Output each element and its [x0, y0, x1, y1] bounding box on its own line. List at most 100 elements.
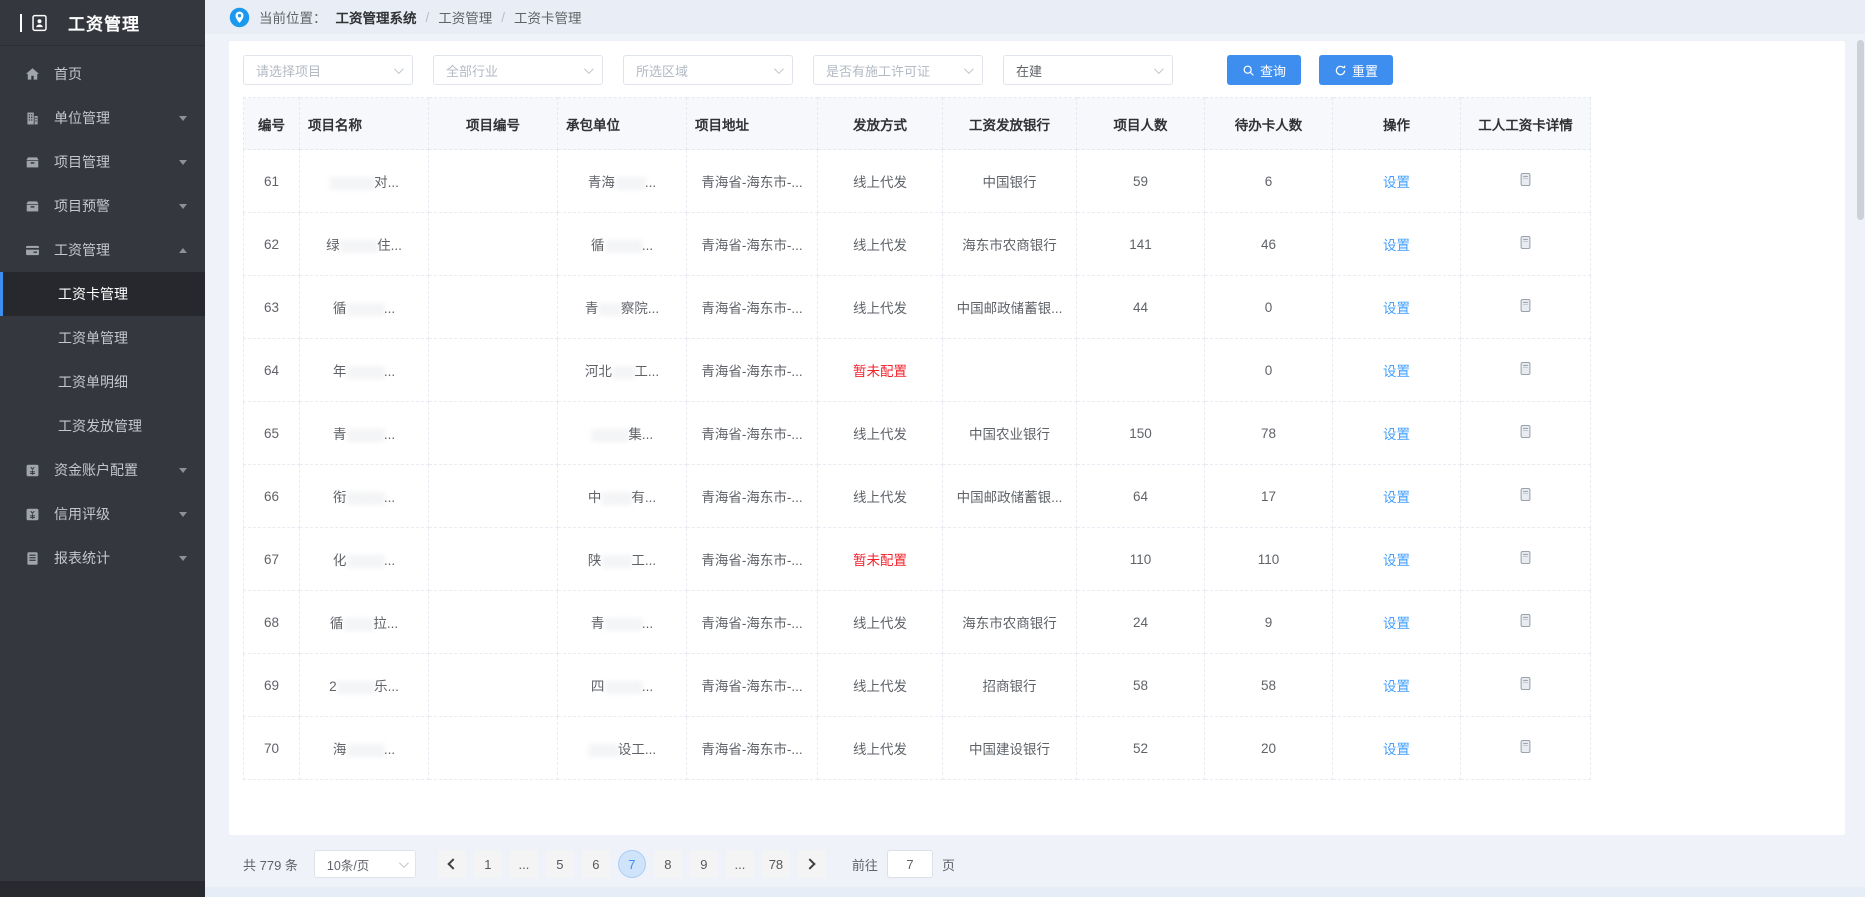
sidebar-collapse-bar[interactable]: [0, 881, 205, 897]
cell-pending-cards: 110: [1205, 528, 1333, 591]
query-button[interactable]: 查询: [1227, 55, 1301, 85]
breadcrumb-root: 工资管理系统: [336, 7, 417, 27]
settings-link[interactable]: 设置: [1383, 175, 1410, 190]
page-ellipsis[interactable]: ...: [726, 850, 754, 878]
wage-card-detail-icon[interactable]: [1519, 550, 1532, 565]
pay-mode: 线上代发: [853, 490, 907, 505]
cell-address: 青海省-海东市-...: [687, 465, 818, 528]
cell-pay-mode: 线上代发: [818, 150, 943, 213]
sidebar-item-unit-management[interactable]: 单位管理: [0, 96, 205, 140]
cell-project-code: [429, 276, 558, 339]
cell-pending-cards: 6: [1205, 150, 1333, 213]
sidebar-item-project-management[interactable]: 项目管理: [0, 140, 205, 184]
chevron-down-icon: [179, 204, 187, 209]
table-row: 65青░░░░░...░░░░░集...青海省-海东市-...线上代发中国农业银…: [244, 402, 1591, 465]
sidebar-item-project-warning[interactable]: 项目预警: [0, 184, 205, 228]
redacted-text: ░░░░░░: [329, 176, 374, 190]
column-header-5: 发放方式: [818, 98, 943, 150]
page-button-5[interactable]: 5: [546, 850, 574, 878]
cell-pending-cards: 0: [1205, 276, 1333, 339]
wage-card-detail-icon[interactable]: [1519, 235, 1532, 250]
cell-contractor: ░░░░设工...: [558, 717, 687, 780]
cell-operation: 设置: [1333, 528, 1461, 591]
cell-pending-cards: 46: [1205, 213, 1333, 276]
scrollbar-thumb[interactable]: [1857, 40, 1864, 220]
cell-id: 68: [244, 591, 300, 654]
cell-project-code: [429, 402, 558, 465]
column-header-3: 承包单位: [558, 98, 687, 150]
location-pin-icon: [229, 7, 250, 28]
reset-button[interactable]: 重置: [1319, 55, 1393, 85]
credit-rating-icon: [24, 506, 43, 523]
wage-card-detail-icon[interactable]: [1519, 298, 1532, 313]
settings-link[interactable]: 设置: [1383, 742, 1410, 757]
cell-project-name: 循░░░░拉...: [300, 591, 429, 654]
cell-contractor: 青海░░░░...: [558, 150, 687, 213]
cell-wage-card-detail: [1461, 717, 1591, 780]
settings-link[interactable]: 设置: [1383, 490, 1410, 505]
cell-address: 青海省-海东市-...: [687, 339, 818, 402]
pay-mode: 线上代发: [853, 616, 907, 631]
page-button-78[interactable]: 78: [762, 850, 790, 878]
scrollbar[interactable]: [1857, 40, 1864, 280]
chevron-up-icon: [179, 248, 187, 253]
page-button-8[interactable]: 8: [654, 850, 682, 878]
sidebar-subitem-salary-card-management[interactable]: 工资卡管理: [0, 272, 205, 316]
cell-project-name: ░░░░░░对...: [300, 150, 429, 213]
sidebar-menu: 首页单位管理项目管理项目预警工资管理工资卡管理工资单管理工资单明细工资发放管理资…: [0, 46, 205, 580]
wage-card-detail-icon[interactable]: [1519, 676, 1532, 691]
permit-select[interactable]: 是否有施工许可证: [813, 55, 983, 85]
table-row: 68循░░░░拉...青░░░░░...青海省-海东市-...线上代发海东市农商…: [244, 591, 1591, 654]
wage-card-detail-icon[interactable]: [1519, 361, 1532, 376]
prev-page-button[interactable]: [438, 850, 466, 878]
sidebar-subitem-payslip-detail[interactable]: 工资单明细: [0, 360, 205, 404]
page-button-7[interactable]: 7: [618, 850, 646, 878]
sidebar-item-salary-management[interactable]: 工资管理: [0, 228, 205, 272]
page-button-6[interactable]: 6: [582, 850, 610, 878]
next-page-button[interactable]: [798, 850, 826, 878]
sidebar-subitem-payslip-management[interactable]: 工资单管理: [0, 316, 205, 360]
cell-pay-mode: 线上代发: [818, 213, 943, 276]
settings-link[interactable]: 设置: [1383, 427, 1410, 442]
sidebar-item-home[interactable]: 首页: [0, 52, 205, 96]
page-button-1[interactable]: 1: [474, 850, 502, 878]
settings-link[interactable]: 设置: [1383, 679, 1410, 694]
cell-project-name: 化░░░░░...: [300, 528, 429, 591]
sidebar-item-credit-rating[interactable]: 信用评级: [0, 492, 205, 536]
page-ellipsis[interactable]: ...: [510, 850, 538, 878]
project-box-icon: [24, 154, 43, 171]
column-header-7: 项目人数: [1077, 98, 1205, 150]
redacted-text: ░░░░░: [604, 617, 642, 631]
cell-operation: 设置: [1333, 213, 1461, 276]
cell-contractor: 河北░░░工...: [558, 339, 687, 402]
project-select[interactable]: 请选择项目: [243, 55, 413, 85]
industry-select[interactable]: 全部行业: [433, 55, 603, 85]
wage-card-detail-icon[interactable]: [1519, 487, 1532, 502]
jump-page-input[interactable]: [887, 850, 933, 878]
cell-bank: 中国农业银行: [943, 402, 1077, 465]
page-button-9[interactable]: 9: [690, 850, 718, 878]
refresh-icon: [1334, 64, 1347, 77]
salary-card-icon: [24, 242, 43, 259]
cell-contractor: 陕░░░░工...: [558, 528, 687, 591]
sidebar-item-report-statistics[interactable]: 报表统计: [0, 536, 205, 580]
region-select[interactable]: 所选区域: [623, 55, 793, 85]
sidebar-item-fund-account-config[interactable]: 资金账户配置: [0, 448, 205, 492]
settings-link[interactable]: 设置: [1383, 301, 1410, 316]
chevron-down-icon: [179, 512, 187, 517]
sidebar-subitem-salary-issue-management[interactable]: 工资发放管理: [0, 404, 205, 448]
page-size-select[interactable]: 10条/页: [314, 850, 416, 878]
settings-link[interactable]: 设置: [1383, 553, 1410, 568]
table-row: 63循░░░░░...青░░░察院...青海省-海东市-...线上代发中国邮政储…: [244, 276, 1591, 339]
status-select[interactable]: 在建: [1003, 55, 1173, 85]
wage-card-detail-icon[interactable]: [1519, 739, 1532, 754]
search-icon: [1242, 64, 1255, 77]
settings-link[interactable]: 设置: [1383, 364, 1410, 379]
settings-link[interactable]: 设置: [1383, 238, 1410, 253]
cell-id: 70: [244, 717, 300, 780]
wage-card-detail-icon[interactable]: [1519, 172, 1532, 187]
wage-card-detail-icon[interactable]: [1519, 424, 1532, 439]
settings-link[interactable]: 设置: [1383, 616, 1410, 631]
report-icon: [24, 550, 43, 567]
wage-card-detail-icon[interactable]: [1519, 613, 1532, 628]
